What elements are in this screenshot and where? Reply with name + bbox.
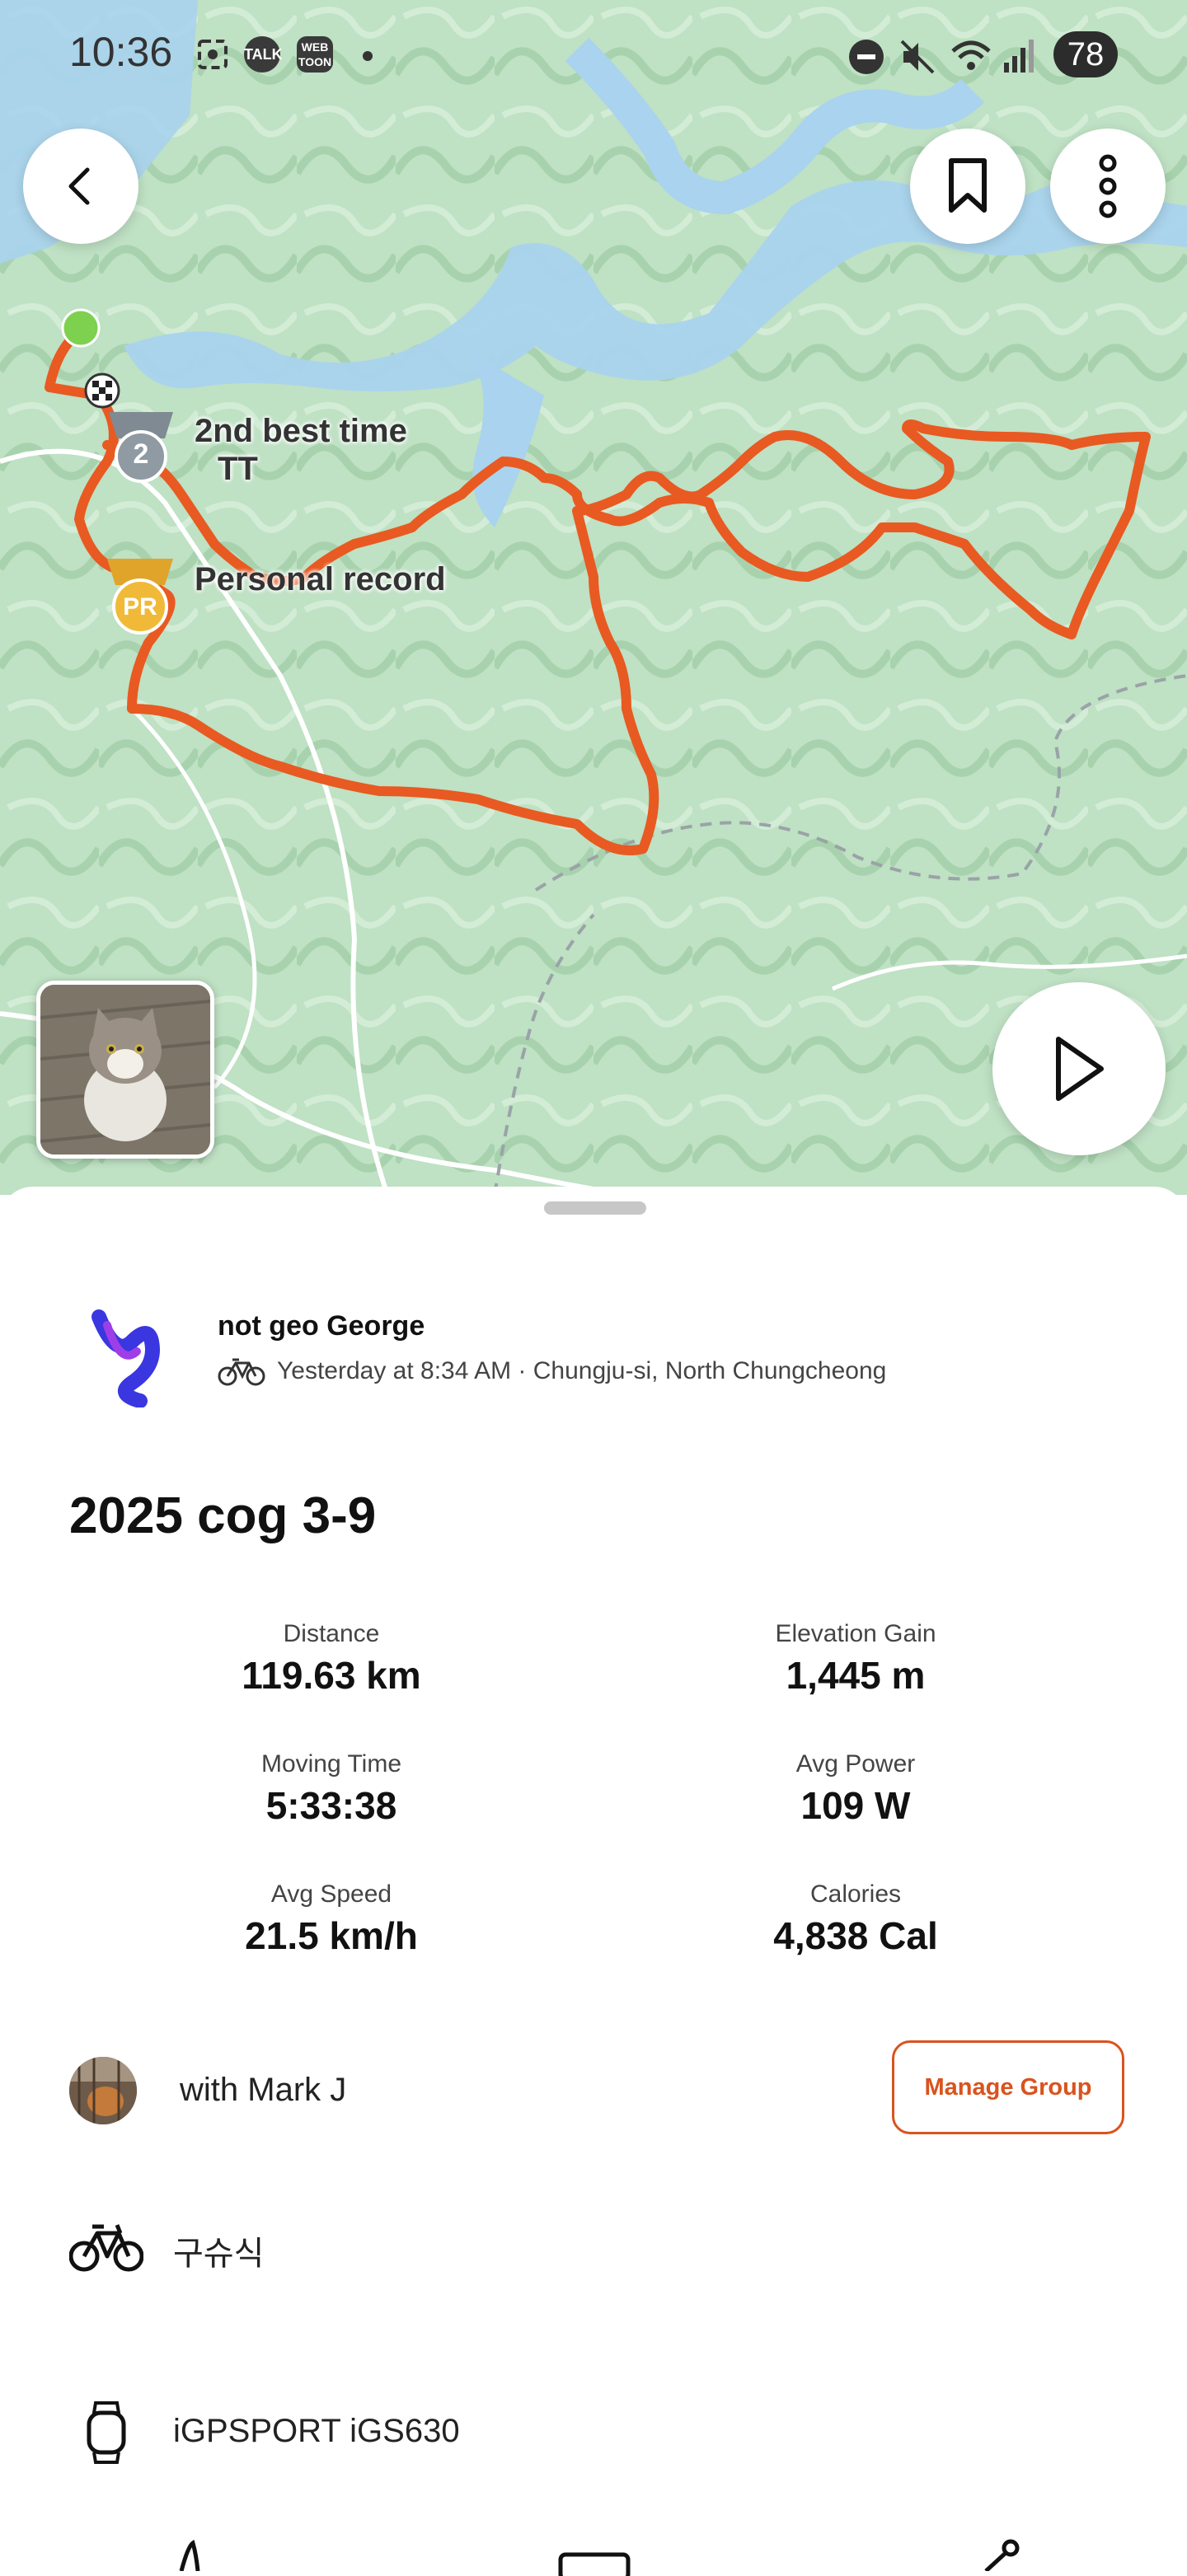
- mute-icon: [898, 38, 936, 80]
- stat-avg-power: Avg Power 109 W: [650, 1750, 1062, 1828]
- stat-moving-time: Moving Time 5:33:38: [125, 1750, 537, 1828]
- cat-photo: [40, 985, 210, 1155]
- stat-value: 119.63 km: [242, 1654, 421, 1697]
- webtoon-icon: WEB TOON: [297, 36, 333, 73]
- bookmark-icon: [949, 158, 987, 213]
- dot-icon: [363, 51, 373, 61]
- battery-indicator: 78: [1053, 31, 1118, 77]
- bike-icon: [218, 1358, 265, 1386]
- stat-label: Avg Speed: [270, 1880, 392, 1908]
- stat-label: Moving Time: [260, 1750, 402, 1777]
- screenshot-icon: [195, 36, 231, 73]
- group-row: with Mark J Manage Group: [69, 2040, 1124, 2139]
- pr-medal-badge[interactable]: PR: [102, 555, 178, 638]
- signal-icon: [1002, 38, 1035, 78]
- activity-title: 2025 cog 3-9: [69, 1487, 377, 1544]
- status-bar: 10:36 TALK WEB TOON 78: [0, 0, 1187, 107]
- start-marker: [61, 308, 101, 348]
- dnd-icon: [849, 40, 884, 74]
- best-time-label: 2nd best time TT: [195, 412, 407, 488]
- route-map[interactable]: 10:36 TALK WEB TOON 78 2 2nd best time T…: [0, 0, 1187, 1195]
- stat-distance: Distance 119.63 km: [125, 1620, 537, 1698]
- watch-icon: [87, 2401, 126, 2464]
- stat-label: Distance: [283, 1620, 380, 1647]
- device-row[interactable]: iGPSPORT iGS630: [69, 2391, 1124, 2474]
- stat-calories: Calories 4,838 Cal: [650, 1880, 1062, 1958]
- partial-icon-right: [984, 2539, 1020, 2571]
- stat-value: 1,445 m: [786, 1654, 926, 1697]
- personal-record-label: Personal record: [195, 561, 446, 597]
- partial-icon-center: [558, 2552, 631, 2576]
- device-name: iGPSPORT iGS630: [173, 2413, 460, 2449]
- manage-group-button[interactable]: Manage Group: [892, 2040, 1124, 2134]
- finish-flag-icon: [84, 372, 120, 409]
- bookmark-button[interactable]: [910, 129, 1025, 244]
- companion-avatar[interactable]: [69, 2057, 137, 2124]
- activity-details-sheet[interactable]: not geo George Yesterday at 8:34 AM · Ch…: [0, 1187, 1187, 2576]
- stat-label: Avg Power: [795, 1750, 916, 1777]
- sheet-drag-handle[interactable]: [544, 1201, 646, 1215]
- stat-elevation-gain: Elevation Gain 1,445 m: [650, 1620, 1062, 1698]
- stat-label: Calories: [809, 1880, 902, 1908]
- athlete-name[interactable]: not geo George: [218, 1310, 425, 1342]
- wifi-icon: [950, 38, 992, 80]
- stat-avg-speed: Avg Speed 21.5 km/h: [125, 1880, 537, 1958]
- play-icon: [1056, 1037, 1104, 1101]
- stat-value: 5:33:38: [265, 1784, 397, 1827]
- best-time-line1: 2nd best time: [195, 413, 407, 449]
- stat-value: 21.5 km/h: [245, 1914, 418, 1957]
- activity-photo-thumbnail[interactable]: [36, 981, 214, 1159]
- back-button[interactable]: [23, 129, 138, 244]
- stat-value: 4,838 Cal: [773, 1914, 938, 1957]
- chevron-left-icon: [68, 167, 90, 205]
- stat-label: Elevation Gain: [775, 1620, 936, 1647]
- play-flyover-button[interactable]: [992, 982, 1166, 1155]
- bike-name: 구슈식: [173, 2236, 265, 2272]
- talk-icon: TALK: [244, 36, 283, 73]
- stat-value: 109 W: [800, 1784, 911, 1827]
- bike-icon: [69, 2224, 143, 2272]
- badge-rank: 2: [133, 438, 149, 470]
- more-vertical-icon: [1099, 154, 1117, 218]
- athlete-avatar[interactable]: [82, 1309, 173, 1408]
- activity-meta-text: Yesterday at 8:34 AM · Chungju-si, North…: [277, 1357, 887, 1384]
- status-time: 10:36: [69, 29, 173, 75]
- badge-pr: PR: [123, 593, 157, 621]
- more-options-button[interactable]: [1050, 129, 1166, 244]
- partial-icon-left: [179, 2540, 200, 2571]
- best-time-line2: TT: [218, 451, 258, 487]
- silver-medal-badge[interactable]: 2: [104, 409, 178, 488]
- group-with-text[interactable]: with Mark J: [180, 2072, 346, 2109]
- activity-meta: Yesterday at 8:34 AM · Chungju-si, North…: [218, 1356, 886, 1386]
- gear-bike-row[interactable]: 구슈식: [69, 2205, 1124, 2288]
